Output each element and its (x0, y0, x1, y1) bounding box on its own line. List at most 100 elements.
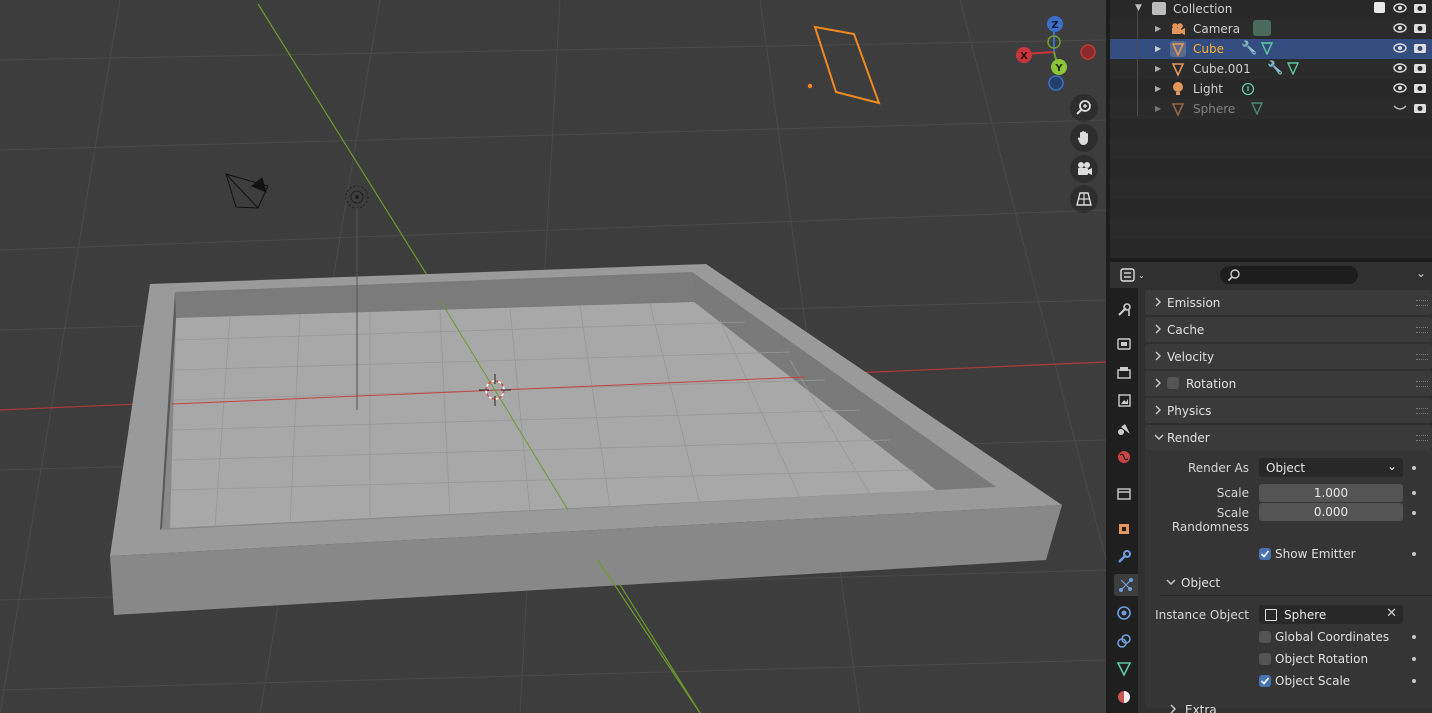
gizmo-neg-z-icon[interactable] (1048, 75, 1064, 91)
scale-field[interactable]: 1.000 (1259, 484, 1403, 502)
tab-object-data[interactable] (1113, 658, 1135, 680)
keyframe-dot-icon[interactable] (1412, 679, 1416, 683)
panel-render[interactable]: Render (1145, 425, 1432, 450)
show-emitter-checkbox[interactable] (1259, 548, 1271, 560)
3d-viewport[interactable]: Z X Y (0, 0, 1106, 713)
tab-constraints[interactable] (1113, 630, 1135, 652)
light-data-icon[interactable] (1241, 82, 1255, 99)
panel-rotation[interactable]: Rotation (1145, 371, 1432, 396)
keyframe-dot-icon[interactable] (1412, 657, 1416, 661)
global-coordinates-checkbox[interactable] (1259, 631, 1271, 643)
tab-world[interactable] (1113, 446, 1135, 468)
panel-physics[interactable]: Physics (1145, 398, 1432, 423)
tab-tool[interactable] (1113, 299, 1135, 321)
eye-icon[interactable] (1393, 2, 1407, 17)
render-camera-icon[interactable] (1413, 82, 1427, 97)
keyframe-dot-icon[interactable] (1412, 466, 1416, 470)
output-icon (1117, 367, 1131, 379)
tab-collection[interactable] (1113, 483, 1135, 505)
properties-panel: Emission Cache Velocity Rotation Physics… (1138, 288, 1432, 713)
instance-object-field[interactable]: Sphere ✕ (1259, 605, 1403, 624)
wrench-modifier-icon[interactable]: 🔧 (1241, 41, 1257, 56)
eye-icon[interactable] (1393, 82, 1407, 97)
keyframe-dot-icon[interactable] (1412, 552, 1416, 556)
zoom-view-button[interactable] (1070, 94, 1098, 122)
wrench-modifier-icon[interactable]: 🔧 (1267, 61, 1283, 76)
drag-handle-icon[interactable] (1416, 300, 1428, 306)
keyframe-dot-icon[interactable] (1412, 491, 1416, 495)
drag-handle-icon[interactable] (1416, 435, 1428, 441)
perspective-toggle-button[interactable] (1070, 185, 1098, 213)
expand-right-icon[interactable]: ▶ (1155, 84, 1161, 93)
exclude-checkbox[interactable] (1374, 2, 1385, 13)
outliner-row-camera[interactable]: ▶ Camera (1110, 19, 1432, 39)
drag-handle-icon[interactable] (1416, 354, 1428, 360)
properties-search-input[interactable] (1220, 266, 1358, 284)
object-rotation-checkbox[interactable] (1259, 653, 1271, 665)
panel-emission[interactable]: Emission (1145, 290, 1432, 315)
outliner-row-sphere[interactable]: ▶ Sphere (1110, 99, 1432, 119)
chevron-right-icon (1153, 296, 1163, 311)
outliner-row-cube-001[interactable]: ▶ Cube.001 🔧 (1110, 59, 1432, 79)
keyframe-dot-icon[interactable] (1412, 511, 1416, 515)
outliner[interactable]: ▼ Collection ▶ Camera ▶ Cube 🔧 ▶ Cube.00… (1110, 0, 1432, 258)
keyframe-dot-icon[interactable] (1412, 635, 1416, 639)
drag-handle-icon[interactable] (1416, 327, 1428, 333)
outliner-row-cube[interactable]: ▶ Cube 🔧 (1110, 39, 1432, 59)
outliner-item-label: Light (1193, 82, 1223, 96)
expand-right-icon[interactable]: ▶ (1155, 104, 1161, 113)
tab-scene[interactable] (1113, 418, 1135, 440)
instance-object-label: Instance Object (1155, 608, 1249, 622)
render-as-dropdown[interactable]: Object ⌄ (1259, 458, 1403, 477)
camera-view-button[interactable] (1070, 155, 1098, 183)
subpanel-title: Object (1181, 576, 1221, 590)
object-icon (1119, 524, 1129, 534)
mesh-data-icon[interactable] (1250, 101, 1264, 118)
rotation-enable-checkbox[interactable] (1167, 377, 1179, 389)
scale-randomness-field[interactable]: 0.000 (1259, 503, 1403, 521)
gizmo-neg-x-icon[interactable] (1080, 44, 1096, 60)
expand-right-icon[interactable]: ▶ (1155, 24, 1161, 33)
drag-handle-icon[interactable] (1416, 408, 1428, 414)
expand-right-icon[interactable]: ▶ (1155, 44, 1161, 53)
tab-render[interactable] (1113, 333, 1135, 355)
tab-material[interactable] (1113, 686, 1135, 708)
outliner-row-collection[interactable]: ▼ Collection (1110, 0, 1432, 19)
render-camera-icon[interactable] (1413, 42, 1427, 57)
tab-modifiers[interactable] (1113, 546, 1135, 568)
expand-right-icon[interactable]: ▶ (1155, 64, 1161, 73)
render-camera-icon[interactable] (1413, 62, 1427, 77)
mesh-data-icon[interactable] (1260, 41, 1274, 58)
tab-object[interactable] (1113, 518, 1135, 540)
eye-icon[interactable] (1393, 62, 1407, 77)
tab-view-layer[interactable] (1113, 390, 1135, 412)
mesh-data-icon[interactable] (1286, 61, 1300, 78)
camera-data-icon[interactable] (1253, 20, 1271, 36)
editor-type-dropdown[interactable]: ⌄ (1120, 267, 1146, 283)
chevron-right-icon (1153, 404, 1163, 419)
navigation-gizmo[interactable]: Z X Y (1012, 14, 1102, 94)
tab-output[interactable] (1113, 362, 1135, 384)
pan-view-button[interactable] (1070, 124, 1098, 152)
panel-title: Physics (1167, 403, 1212, 418)
tab-physics[interactable] (1113, 602, 1135, 624)
eye-icon[interactable] (1393, 42, 1407, 57)
eye-icon[interactable] (1393, 22, 1407, 37)
panel-velocity[interactable]: Velocity (1145, 344, 1432, 369)
object-scale-checkbox[interactable] (1259, 675, 1271, 687)
chevron-down-icon (1165, 576, 1177, 591)
render-camera-icon[interactable] (1413, 22, 1427, 37)
render-camera-icon[interactable] (1413, 102, 1427, 117)
outliner-empty-row (1110, 139, 1432, 159)
subpanel-object-header[interactable]: Object (1160, 573, 1432, 595)
panel-cache[interactable]: Cache (1145, 317, 1432, 342)
outliner-row-light[interactable]: ▶ Light (1110, 79, 1432, 99)
chevron-down-icon (1153, 431, 1165, 446)
clear-x-icon[interactable]: ✕ (1386, 606, 1397, 621)
eye-closed-icon[interactable] (1393, 102, 1407, 117)
drag-handle-icon[interactable] (1416, 381, 1428, 387)
render-camera-icon[interactable] (1413, 2, 1427, 17)
options-chevron-down-icon[interactable]: ⌄ (1416, 266, 1426, 280)
subpanel-extra-header[interactable]: Extra (1160, 699, 1432, 713)
tab-particles[interactable] (1114, 574, 1138, 596)
